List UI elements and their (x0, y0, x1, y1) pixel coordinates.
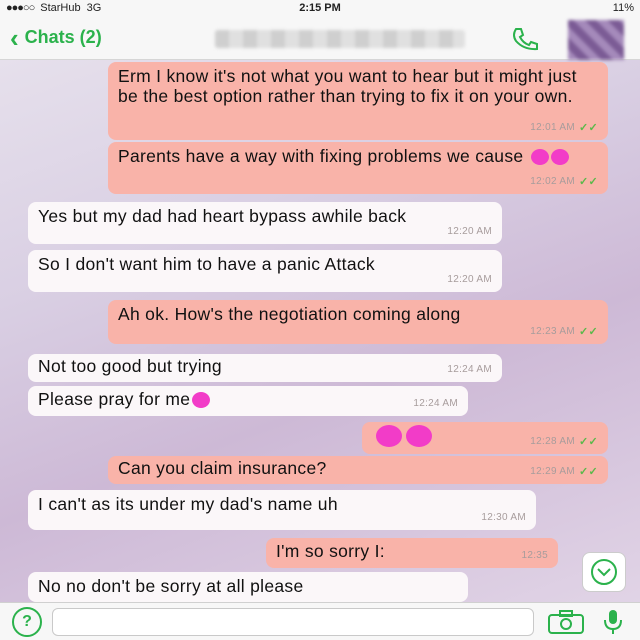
message-input[interactable] (52, 607, 534, 636)
emoji-icon (406, 425, 432, 448)
message-time: 12:20 AM (447, 226, 492, 237)
message-time: 12:29 AM (530, 466, 575, 477)
camera-icon (548, 609, 584, 634)
message-text: So I don't want him to have a panic Atta… (38, 254, 375, 274)
network-label: 3G (86, 2, 102, 14)
message-bubble[interactable]: Ah ok. How's the negotiation coming alon… (108, 300, 608, 344)
message-bubble[interactable]: I'm so sorry I: 12:35 (266, 538, 558, 568)
message-text: Parents have a way with fixing problems … (118, 146, 524, 166)
back-button[interactable]: ‹ Chats (2) (10, 25, 102, 51)
emoji-icon (550, 149, 569, 166)
chat-area[interactable]: Erm I know it's not what you want to hea… (0, 60, 640, 602)
message-time: 12:35 (521, 550, 548, 561)
message-time: 12:20 AM (447, 274, 492, 285)
message-bubble[interactable]: 12:28 AM ✓✓ (362, 422, 608, 454)
carrier-label: StarHub (40, 2, 81, 14)
battery-label: 11% (612, 2, 634, 14)
message-bubble[interactable]: Erm I know it's not what you want to hea… (108, 62, 608, 140)
message-bubble[interactable]: Can you claim insurance? 12:29 AM ✓✓ (108, 456, 608, 484)
avatar[interactable] (568, 20, 624, 60)
message-bubble[interactable]: Please pray for me 12:24 AM (28, 386, 468, 416)
message-bubble[interactable]: Yes but my dad had heart bypass awhile b… (28, 202, 502, 244)
nav-bar: ‹ Chats (2) (0, 16, 640, 60)
back-label: Chats (2) (24, 27, 102, 47)
read-ticks-icon: ✓✓ (578, 326, 598, 338)
scroll-down-button[interactable] (582, 552, 626, 592)
question-icon: ? (22, 612, 32, 630)
message-text: I'm so sorry I: (276, 541, 385, 561)
message-bubble[interactable]: No no don't be sorry at all please (28, 572, 468, 602)
message-text: Erm I know it's not what you want to hea… (118, 66, 577, 106)
read-ticks-icon: ✓✓ (578, 466, 598, 478)
status-bar: ●●●○○ StarHub 3G 2:15 PM 11% (0, 0, 640, 16)
message-text: Yes but my dad had heart bypass awhile b… (38, 206, 407, 226)
microphone-button[interactable] (598, 607, 628, 637)
emoji-icon (530, 149, 549, 166)
contact-name[interactable] (215, 30, 465, 48)
message-time: 12:23 AM (530, 326, 575, 337)
message-bubble[interactable]: Not too good but trying 12:24 AM (28, 354, 502, 382)
signal-icon: ●●●○○ (6, 2, 35, 14)
camera-button[interactable] (544, 607, 588, 637)
input-bar: ? (0, 602, 640, 640)
read-ticks-icon: ✓✓ (578, 436, 598, 448)
message-time: 12:24 AM (413, 398, 458, 409)
message-text: Please pray for me (38, 389, 191, 409)
message-time: 12:28 AM (530, 436, 575, 447)
message-text: Can you claim insurance? (118, 458, 327, 478)
message-time: 12:30 AM (481, 512, 526, 523)
emoji-icon (192, 392, 211, 409)
message-text: I can't as its under my dad's name uh (38, 494, 338, 514)
status-time: 2:15 PM (299, 2, 341, 14)
message-time: 12:01 AM (530, 122, 575, 133)
phone-icon[interactable] (510, 26, 540, 57)
message-bubble[interactable]: So I don't want him to have a panic Atta… (28, 250, 502, 292)
message-bubble[interactable]: I can't as its under my dad's name uh 12… (28, 490, 536, 530)
chevron-left-icon: ‹ (10, 22, 19, 53)
read-ticks-icon: ✓✓ (578, 122, 598, 134)
message-time: 12:24 AM (447, 364, 492, 375)
chevron-down-icon (591, 559, 617, 585)
emoji-icon (376, 425, 402, 448)
microphone-icon (604, 609, 622, 634)
message-text: No no don't be sorry at all please (38, 576, 304, 596)
message-text: Ah ok. How's the negotiation coming alon… (118, 304, 461, 324)
message-time: 12:02 AM (530, 176, 575, 187)
read-ticks-icon: ✓✓ (578, 176, 598, 188)
message-text: Not too good but trying (38, 356, 222, 376)
message-bubble[interactable]: Parents have a way with fixing problems … (108, 142, 608, 194)
attach-button[interactable]: ? (12, 606, 42, 637)
